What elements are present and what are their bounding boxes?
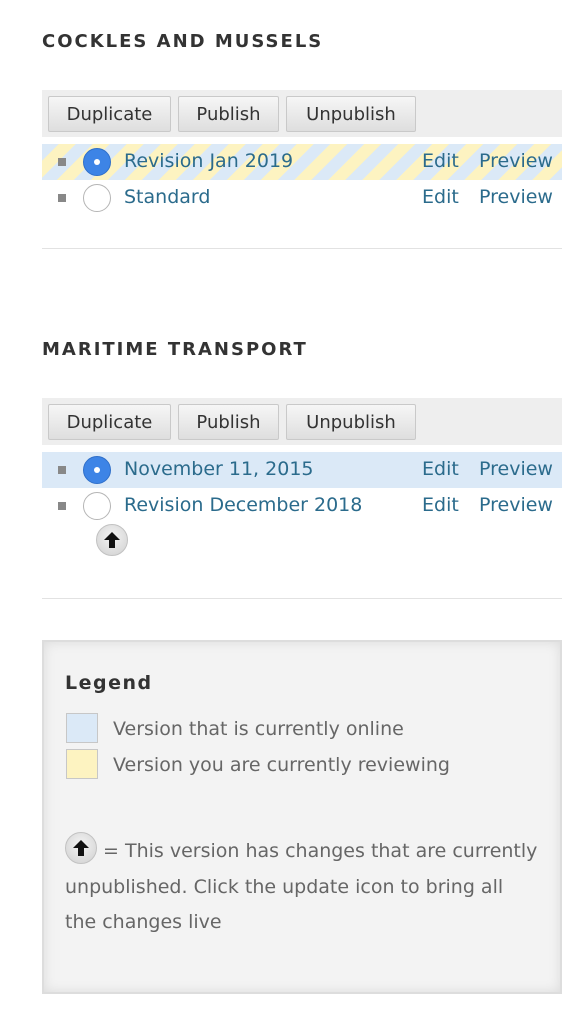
preview-link[interactable]: Preview [479, 186, 553, 208]
revision-radio[interactable] [83, 148, 111, 176]
legend-title: Legend [65, 672, 153, 694]
edit-link[interactable]: Edit [422, 494, 459, 516]
online-swatch [66, 713, 98, 743]
up-arrow-icon [65, 832, 97, 864]
revision-row: Revision December 2018 Edit Preview [42, 488, 562, 524]
duplicate-button[interactable]: Duplicate [48, 404, 171, 440]
square-bullet-icon [58, 158, 66, 166]
square-bullet-icon [58, 502, 66, 510]
up-arrow-icon[interactable] [96, 524, 128, 556]
revision-radio[interactable] [83, 184, 111, 212]
revision-row: Standard Edit Preview [42, 180, 562, 216]
legend-note-text: = This version has changes that are curr… [65, 840, 538, 933]
square-bullet-icon [58, 466, 66, 474]
unpublish-button[interactable]: Unpublish [286, 404, 416, 440]
legend-online-text: Version that is currently online [113, 718, 404, 740]
reviewing-swatch [66, 749, 98, 779]
square-bullet-icon [58, 194, 66, 202]
up-arrow-glyph [104, 532, 120, 548]
revision-row: Revision Jan 2019 Edit Preview [42, 144, 562, 180]
preview-link[interactable]: Preview [479, 150, 553, 172]
revision-label: Revision Jan 2019 [124, 150, 294, 172]
edit-link[interactable]: Edit [422, 186, 459, 208]
revision-radio[interactable] [83, 492, 111, 520]
up-arrow-glyph [73, 840, 89, 856]
revision-label: Standard [124, 186, 211, 208]
legend-panel: Legend Version that is currently online … [42, 640, 562, 994]
edit-link[interactable]: Edit [422, 458, 459, 480]
revision-radio[interactable] [83, 456, 111, 484]
duplicate-button[interactable]: Duplicate [48, 96, 171, 132]
publish-button[interactable]: Publish [178, 404, 279, 440]
revision-label: November 11, 2015 [124, 458, 314, 480]
revision-row: November 11, 2015 Edit Preview [42, 452, 562, 488]
publish-button[interactable]: Publish [178, 96, 279, 132]
legend-note: = This version has changes that are curr… [65, 832, 540, 941]
preview-link[interactable]: Preview [479, 458, 553, 480]
edit-link[interactable]: Edit [422, 150, 459, 172]
section-title: COCKLES AND MUSSELS [42, 31, 324, 52]
revision-toolbar: Duplicate Publish Unpublish [42, 398, 562, 445]
legend-reviewing-text: Version you are currently reviewing [113, 754, 450, 776]
section-divider [42, 248, 562, 249]
section-divider [42, 598, 562, 599]
preview-link[interactable]: Preview [479, 494, 553, 516]
section-title: MARITIME TRANSPORT [42, 339, 308, 360]
revision-label: Revision December 2018 [124, 494, 363, 516]
unpublish-button[interactable]: Unpublish [286, 96, 416, 132]
revision-toolbar: Duplicate Publish Unpublish [42, 90, 562, 137]
